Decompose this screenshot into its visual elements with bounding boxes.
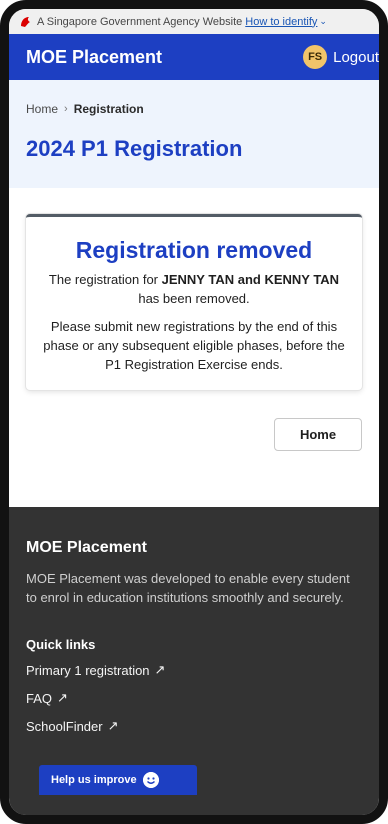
instruction-text: Please submit new registrations by the e…	[43, 319, 345, 372]
message-suffix: has been removed.	[138, 291, 250, 306]
logout-link[interactable]: Logout	[333, 49, 379, 66]
link-faq[interactable]: FAQ ↗	[26, 690, 362, 706]
home-button[interactable]: Home	[274, 418, 362, 451]
how-to-identify-link[interactable]: How to identify	[245, 16, 317, 28]
help-button-label[interactable]: Help us improve	[51, 774, 137, 786]
external-link-icon: ↗	[57, 690, 68, 705]
smiley-icon	[142, 772, 159, 788]
device-frame: A Singapore Government Agency Website Ho…	[0, 0, 388, 824]
breadcrumb-current: Registration	[73, 102, 144, 116]
help-us-improve-button[interactable]: Help us improve	[39, 765, 197, 795]
message-prefix: The registration for	[48, 272, 162, 287]
quick-links-heading: Quick links	[26, 637, 96, 652]
link-label[interactable]: SchoolFinder	[26, 719, 103, 734]
chevron-down-icon[interactable]: ⌄	[319, 16, 327, 27]
chevron-right-icon: ›	[64, 103, 68, 115]
external-link-icon: ↗	[107, 718, 119, 733]
avatar[interactable]: FS	[303, 45, 328, 69]
breadcrumb: Home › Registration	[26, 102, 362, 116]
link-schoolfinder[interactable]: SchoolFinder ↗	[26, 718, 362, 734]
brand-title[interactable]: MOE Placement	[26, 47, 162, 68]
registrant-names: JENNY TAN and KENNY TAN	[161, 272, 340, 287]
lion-head-icon	[21, 16, 30, 27]
gov-masthead: A Singapore Government Agency Website Ho…	[9, 9, 379, 34]
removal-message: The registration for JENNY TAN and KENNY…	[38, 270, 350, 308]
footer-title: MOE Placement	[26, 539, 147, 556]
link-label[interactable]: Primary 1 registration	[26, 663, 150, 678]
top-navbar: MOE Placement FS Logout	[9, 34, 379, 80]
status-card: Registration removed The registration fo…	[26, 214, 362, 390]
page-header: Home › Registration 2024 P1 Registration	[9, 80, 379, 188]
masthead-text: A Singapore Government Agency Website	[37, 15, 243, 28]
card-title: Registration removed	[75, 237, 313, 263]
link-label[interactable]: FAQ	[26, 691, 52, 706]
user-area: FS Logout	[303, 45, 379, 69]
link-primary-1-registration[interactable]: Primary 1 registration ↗	[26, 662, 362, 678]
footer-description: MOE Placement was developed to enable ev…	[26, 571, 350, 605]
actions-row: Home	[9, 390, 379, 451]
external-link-icon: ↗	[154, 662, 166, 677]
breadcrumb-home[interactable]: Home	[26, 102, 58, 116]
page-title: 2024 P1 Registration	[26, 136, 243, 161]
